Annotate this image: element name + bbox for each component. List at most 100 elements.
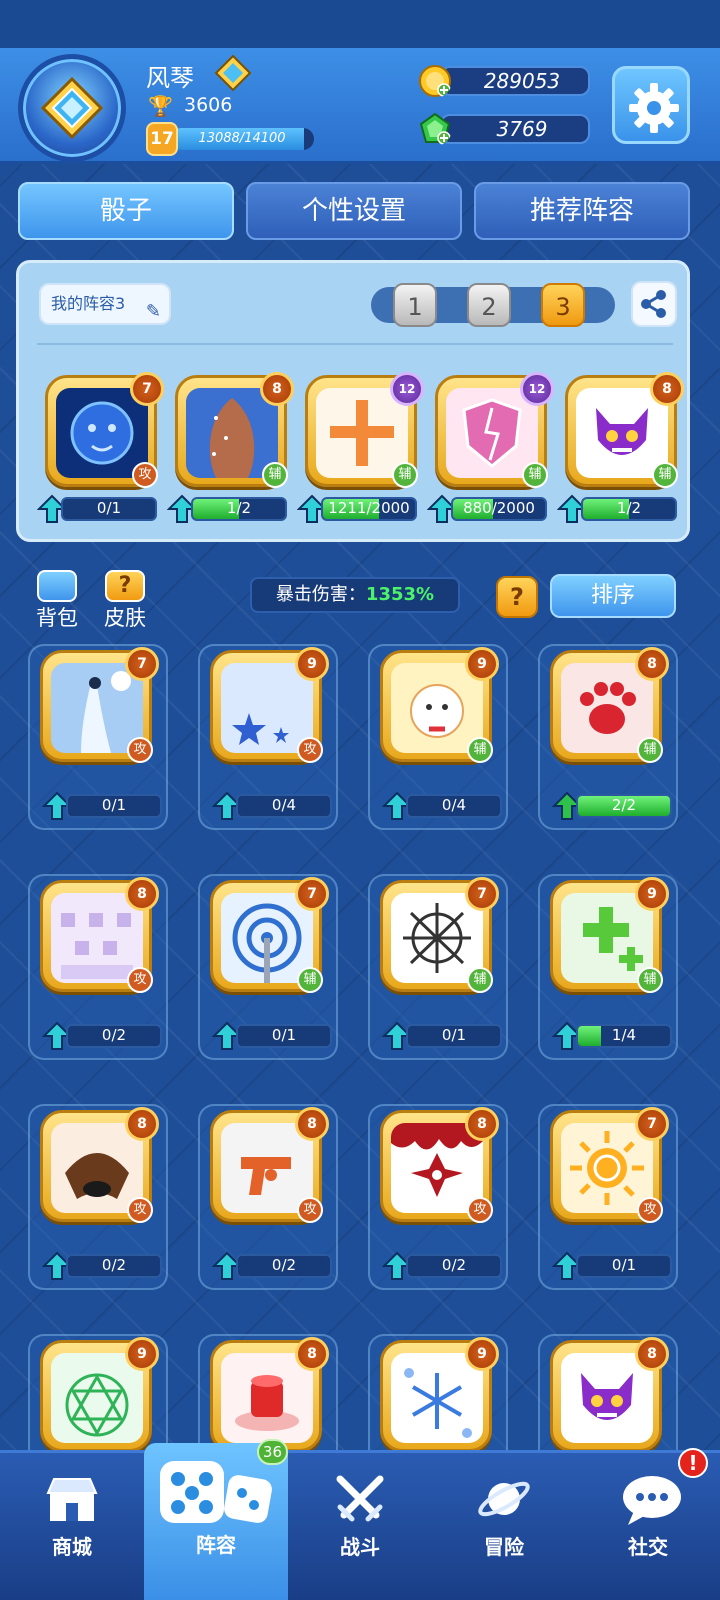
- nav-shop[interactable]: 商城: [0, 1453, 144, 1600]
- nav-battle-label: 战斗: [340, 1535, 380, 1559]
- paw-icon: [561, 663, 653, 753]
- collection-dice-heal-dice[interactable]: 9辅: [550, 877, 669, 993]
- moon-maiden-icon: [51, 663, 143, 753]
- red-button-icon: [221, 1353, 313, 1443]
- collection-dice-sun-dice[interactable]: 7攻: [550, 1107, 669, 1223]
- trophy-count: 3606: [184, 94, 233, 116]
- collection-dice-magic-circle-dice[interactable]: 9: [40, 1337, 159, 1452]
- gold-coin-add-icon[interactable]: [418, 64, 452, 98]
- upgrade-progress-text: 0/1: [101, 796, 127, 814]
- crit-damage-value: 1353%: [365, 584, 435, 605]
- revolver-icon: [221, 1123, 313, 1213]
- upgrade-progress-text: 0/1: [441, 1026, 467, 1044]
- lineup-dice-lion-dice[interactable]: 7攻: [45, 372, 164, 488]
- collection-dice-demon-dice[interactable]: 8: [550, 1337, 669, 1452]
- diamond-emblem-icon: [40, 76, 104, 140]
- lineup-slot-2[interactable]: 2: [467, 283, 511, 327]
- player-avatar[interactable]: [18, 54, 126, 162]
- bottom-nav: 商城 36 阵容 战斗 冒险 社交: [0, 1439, 720, 1600]
- dice-level-badge: 8: [260, 372, 294, 406]
- lineup-count-badge: 36: [256, 1439, 288, 1465]
- nav-adventure[interactable]: 冒险: [432, 1453, 576, 1600]
- bag-button[interactable]: 背包: [30, 570, 84, 632]
- shuriken-blood-icon: [391, 1123, 483, 1213]
- upgrade-progress-text: 1/2: [226, 499, 252, 517]
- crit-damage-display: 暴击伤害：1353%: [250, 577, 460, 613]
- dice-type-tag: 攻: [127, 737, 153, 763]
- collection-dice-signal-dice[interactable]: 7辅: [210, 877, 329, 993]
- skin-label: 皮肤: [104, 606, 146, 630]
- lineup-dice-holy-cross-dice[interactable]: 12 辅: [305, 372, 424, 488]
- dice-type-tag: 辅: [467, 737, 493, 763]
- thorn-web-icon: [391, 893, 483, 983]
- dice-level-badge: 12: [390, 372, 424, 406]
- settings-button[interactable]: [612, 66, 690, 144]
- nav-lineup[interactable]: 36 阵容: [144, 1439, 288, 1600]
- lineup-dice-demon-dice[interactable]: 8辅: [565, 372, 684, 488]
- collection-dice-shuriken-blood-dice[interactable]: 8攻: [380, 1107, 499, 1223]
- dice-icon: [160, 1461, 272, 1523]
- lineup-dice-broken-shield-dice[interactable]: 12 辅: [435, 372, 554, 488]
- upgrade-progress-text: 0/1: [96, 499, 122, 517]
- my-lineup-rename-button[interactable]: 我的阵容3 ✎: [39, 283, 171, 325]
- sun-icon: [561, 1123, 653, 1213]
- collection-dice-revolver-dice[interactable]: 8攻: [210, 1107, 329, 1223]
- collection-dice-thorn-web-dice[interactable]: 7辅: [380, 877, 499, 993]
- upgrade-progress-text: 0/1: [271, 1026, 297, 1044]
- upgrade-progress-text: 0/2: [101, 1026, 127, 1044]
- nav-battle[interactable]: 战斗: [288, 1453, 432, 1600]
- dice-type-tag: 攻: [127, 1197, 153, 1223]
- lineup-dice-constellation-dice[interactable]: 8辅: [175, 372, 294, 488]
- dice-level-badge: 9: [465, 1337, 499, 1371]
- nav-shop-label: 商城: [52, 1535, 92, 1559]
- lineup-slot-1[interactable]: 1: [393, 283, 437, 327]
- dice-type-tag: 辅: [637, 967, 663, 993]
- collection-dice-paw-dice[interactable]: 8辅: [550, 647, 669, 763]
- dice-level-badge: 9: [635, 877, 669, 911]
- upgrade-progress-text: 0/4: [441, 796, 467, 814]
- dice-level-badge: 8: [125, 1107, 159, 1141]
- gold-amount[interactable]: 289053: [440, 66, 590, 96]
- collection-dice-pixel-dice[interactable]: 8攻: [40, 877, 159, 993]
- help-button[interactable]: ?: [496, 576, 538, 618]
- collection-dice-star-dice[interactable]: 9攻: [210, 647, 329, 763]
- dice-type-tag: 攻: [132, 462, 158, 488]
- snowflake-icon: [391, 1353, 483, 1443]
- gear-icon: [629, 83, 679, 133]
- dice-type-tag: 辅: [522, 462, 548, 488]
- lineup-slot-3[interactable]: 3: [541, 283, 585, 327]
- collection-dice-mask-dice[interactable]: 8攻: [40, 1107, 159, 1223]
- crit-damage-label: 暴击伤害：: [275, 584, 366, 605]
- dice-type-tag: 攻: [467, 1197, 493, 1223]
- collection-dice-red-button-dice[interactable]: 8: [210, 1337, 329, 1452]
- dice-level-badge: 9: [125, 1337, 159, 1371]
- tab-recommended-lineup[interactable]: 推荐阵容: [474, 182, 690, 240]
- lucky-cat-icon: [391, 663, 483, 753]
- green-gem-add-icon[interactable]: [418, 112, 452, 146]
- collection-dice-lucky-cat-dice[interactable]: 9辅: [380, 647, 499, 763]
- pencil-icon: ✎: [145, 301, 161, 322]
- upgrade-progress-text: 880/2000: [463, 499, 535, 517]
- tab-dice[interactable]: 骰子: [18, 182, 234, 240]
- share-button[interactable]: [631, 281, 677, 327]
- tab-personalize[interactable]: 个性设置: [246, 182, 462, 240]
- dice-type-tag: 辅: [637, 737, 663, 763]
- nav-social-label: 社交: [628, 1535, 668, 1559]
- dice-type-tag: 攻: [297, 1197, 323, 1223]
- upgrade-progress-text: 1/2: [616, 499, 642, 517]
- upgrade-progress-text: 0/2: [271, 1256, 297, 1274]
- dice-type-tag: 攻: [637, 1197, 663, 1223]
- collection-dice-snowflake-dice[interactable]: 9: [380, 1337, 499, 1452]
- dice-level-badge: 9: [465, 647, 499, 681]
- skin-button[interactable]: ? 皮肤: [98, 570, 152, 632]
- trophy-icon: 🏆: [148, 94, 173, 118]
- dice-level-badge: 8: [295, 1107, 329, 1141]
- player-level-badge: 17: [146, 122, 178, 156]
- gem-amount[interactable]: 3769: [440, 114, 590, 144]
- share-icon: [641, 290, 666, 318]
- upgrade-progress-text: 0/4: [271, 796, 297, 814]
- dice-level-badge: 8: [635, 647, 669, 681]
- collection-dice-moon-maiden-dice[interactable]: 7攻: [40, 647, 159, 763]
- dice-type-tag: 辅: [262, 462, 288, 488]
- sort-button[interactable]: 排序: [550, 574, 676, 618]
